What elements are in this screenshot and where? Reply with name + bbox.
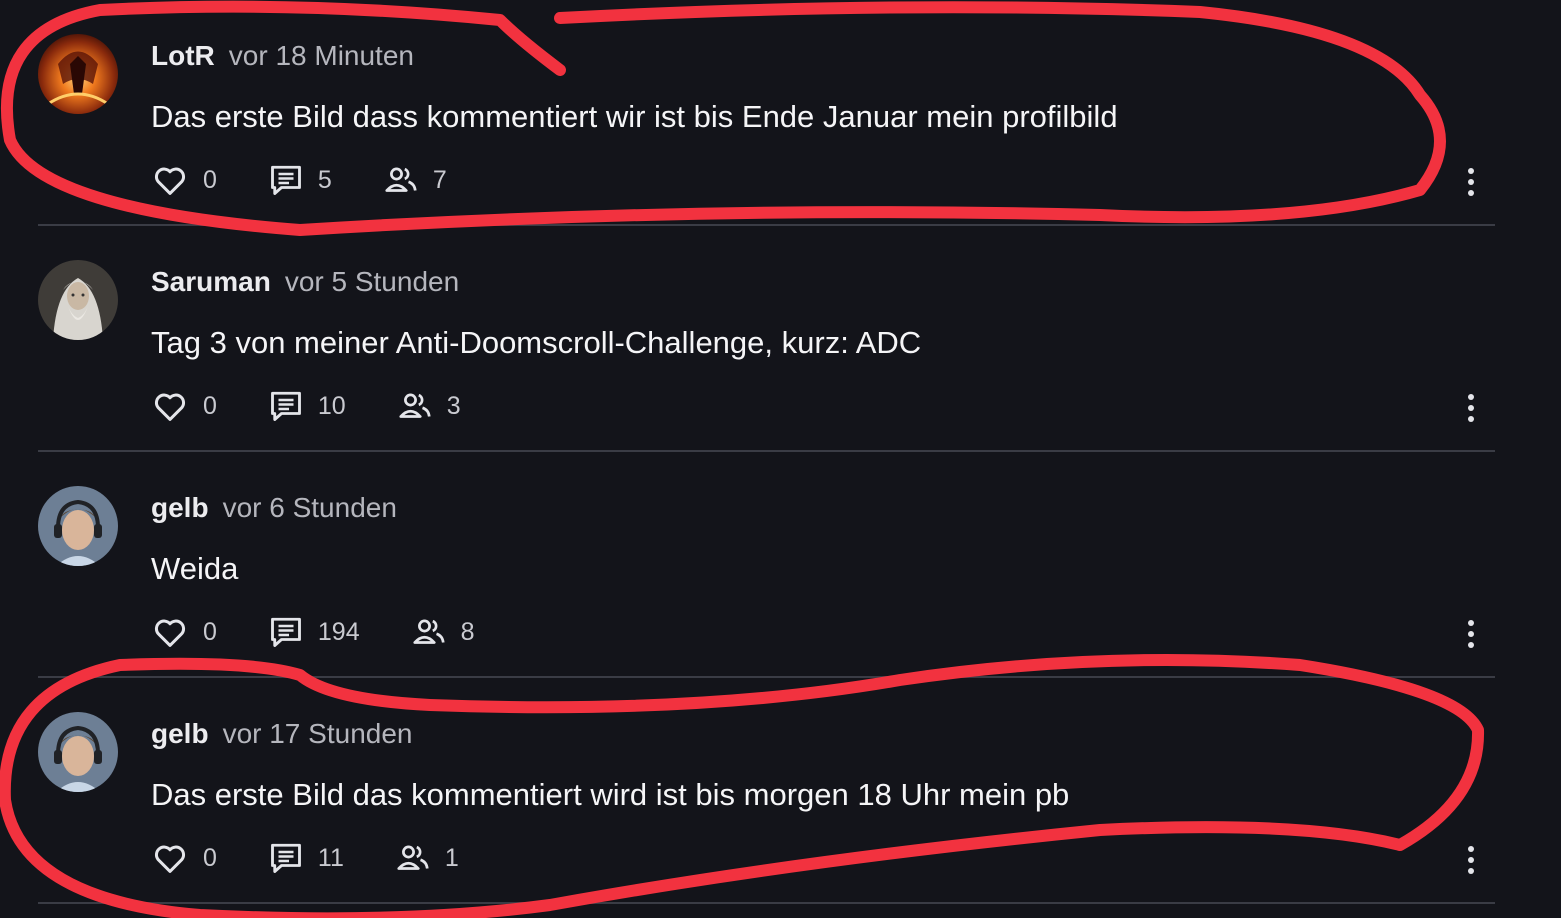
- post-meta: Saruman vor 5 Stunden: [151, 265, 459, 299]
- comment-count: 194: [317, 617, 360, 646]
- post-text[interactable]: Tag 3 von meiner Anti-Doomscroll-Challen…: [151, 323, 921, 363]
- more-vertical-icon: [1468, 168, 1474, 196]
- more-vertical-icon: [1468, 394, 1474, 422]
- post-text[interactable]: Weida: [151, 549, 238, 589]
- heart-icon: [155, 845, 185, 873]
- post-time: vor 17 Stunden: [222, 718, 413, 749]
- post-actions: 0 11 1: [151, 838, 459, 878]
- comment-button[interactable]: 194: [268, 614, 360, 650]
- post-meta: gelb vor 6 Stunden: [151, 491, 397, 525]
- comment-icon: [270, 843, 301, 873]
- participants-button[interactable]: 7: [383, 162, 447, 198]
- author-name[interactable]: Saruman: [151, 266, 271, 297]
- people-icon: [397, 845, 429, 870]
- post-item[interactable]: Saruman vor 5 Stunden Tag 3 von meiner An…: [38, 226, 1495, 452]
- post-divider: [38, 902, 1495, 904]
- author-name[interactable]: gelb: [151, 492, 209, 523]
- like-count: 0: [203, 165, 217, 194]
- post-actions: 0 10 3: [151, 386, 461, 426]
- post-item[interactable]: gelb vor 17 Stunden Das erste Bild das ko…: [38, 678, 1495, 904]
- more-options-button[interactable]: [1457, 162, 1485, 202]
- post-item[interactable]: gelb vor 6 Stunden Weida 0 194 8: [38, 452, 1495, 678]
- post-text[interactable]: Das erste Bild dass kommentiert wir ist …: [151, 97, 1118, 137]
- post-text[interactable]: Das erste Bild das kommentiert wird ist …: [151, 775, 1069, 815]
- wizard-avatar-icon: [38, 260, 118, 340]
- people-icon: [385, 167, 417, 192]
- like-count: 0: [203, 391, 217, 420]
- post-time: vor 18 Minuten: [228, 40, 414, 71]
- more-vertical-icon: [1468, 620, 1474, 648]
- participants-button[interactable]: 8: [411, 614, 475, 650]
- post-time: vor 5 Stunden: [284, 266, 460, 297]
- post-time: vor 6 Stunden: [222, 492, 397, 523]
- comment-count: 5: [317, 165, 332, 194]
- person-headphones-avatar-icon: [38, 712, 118, 792]
- like-button[interactable]: 0: [151, 613, 217, 651]
- comment-button[interactable]: 5: [268, 162, 332, 198]
- more-options-button[interactable]: [1457, 840, 1485, 880]
- balrog-avatar-icon: [38, 34, 118, 114]
- heart-icon: [155, 167, 185, 195]
- like-count: 0: [203, 617, 217, 646]
- heart-icon: [155, 393, 185, 421]
- author-name[interactable]: gelb: [151, 718, 209, 749]
- more-options-button[interactable]: [1457, 614, 1485, 654]
- post-item[interactable]: LotR vor 18 Minuten Das erste Bild dass k…: [38, 0, 1495, 226]
- avatar[interactable]: [38, 712, 118, 792]
- participants-button[interactable]: 3: [397, 388, 461, 424]
- avatar[interactable]: [38, 260, 118, 340]
- participant-count: 7: [432, 165, 447, 194]
- avatar[interactable]: [38, 486, 118, 566]
- participant-count: 8: [460, 617, 475, 646]
- participants-button[interactable]: 1: [395, 840, 459, 876]
- comment-button[interactable]: 11: [268, 840, 344, 876]
- comment-count: 11: [317, 843, 344, 872]
- comment-count: 10: [317, 391, 346, 420]
- post-actions: 0 194 8: [151, 612, 475, 652]
- comment-icon: [270, 165, 301, 195]
- comment-icon: [270, 617, 301, 647]
- participant-count: 3: [446, 391, 461, 420]
- like-button[interactable]: 0: [151, 161, 217, 199]
- more-vertical-icon: [1468, 846, 1474, 874]
- person-headphones-avatar-icon: [38, 486, 118, 566]
- participant-count: 1: [444, 843, 459, 872]
- author-name[interactable]: LotR: [151, 40, 215, 71]
- heart-icon: [155, 619, 185, 647]
- comment-button[interactable]: 10: [268, 388, 346, 424]
- post-actions: 0 5 7: [151, 160, 447, 200]
- more-options-button[interactable]: [1457, 388, 1485, 428]
- people-icon: [399, 393, 431, 418]
- like-button[interactable]: 0: [151, 839, 217, 877]
- like-count: 0: [203, 843, 217, 872]
- avatar[interactable]: [38, 34, 118, 114]
- like-button[interactable]: 0: [151, 387, 217, 425]
- comment-icon: [270, 391, 301, 421]
- post-meta: LotR vor 18 Minuten: [151, 39, 414, 73]
- post-meta: gelb vor 17 Stunden: [151, 717, 412, 751]
- people-icon: [413, 619, 445, 644]
- post-feed: LotR vor 18 Minuten Das erste Bild dass k…: [0, 0, 1561, 918]
